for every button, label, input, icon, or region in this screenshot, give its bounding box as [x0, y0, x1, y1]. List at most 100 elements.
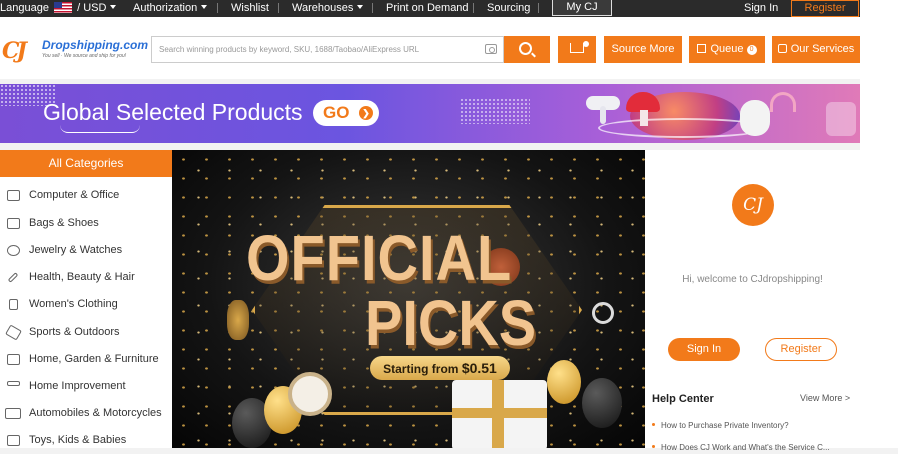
bullet-icon [652, 423, 655, 426]
dress-icon [9, 299, 18, 310]
help-article-link[interactable]: How to Purchase Private Inventory? [652, 421, 852, 430]
arrow-right-icon: ❯ [359, 106, 373, 120]
camera-icon[interactable] [485, 44, 497, 54]
avatar: CJ [732, 184, 774, 226]
register-button[interactable]: Register [765, 338, 837, 361]
sign-in-link[interactable]: Sign In [744, 2, 778, 15]
queue-label: Queue [710, 43, 744, 55]
category-item[interactable]: Jewelry & Watches [0, 237, 172, 264]
page-margin [860, 0, 898, 448]
category-label: Bags & Shoes [29, 217, 99, 229]
register-button[interactable]: Register [791, 0, 859, 17]
our-services-label: Our Services [790, 43, 855, 55]
account-panel: CJ Hi, welcome to CJdropshipping! Sign I… [645, 150, 860, 452]
logo-mark: CJ [2, 38, 27, 64]
black-balloon-image [582, 378, 622, 428]
sign-in-button[interactable]: Sign In [668, 338, 740, 361]
chevron-down-icon [110, 5, 117, 9]
category-item[interactable]: Toys, Kids & Babies [0, 427, 172, 454]
help-article-label: How to Purchase Private Inventory? [661, 421, 789, 430]
search-button[interactable] [504, 36, 550, 63]
headphones-image [770, 92, 796, 112]
category-item[interactable]: Sports & Outdoors [0, 319, 172, 346]
welcome-text: Hi, welcome to CJdropshipping! [682, 274, 823, 285]
warehouses-menu[interactable]: Warehouses [292, 2, 364, 15]
hero-title-line1: OFFICIAL [246, 221, 513, 294]
chevron-down-icon [201, 5, 208, 9]
sourcing-link[interactable]: Sourcing [487, 2, 530, 15]
source-more-button[interactable]: Source More [604, 36, 682, 63]
warehouses-label: Warehouses [292, 2, 354, 14]
help-center-title: Help Center [652, 393, 714, 405]
dots-decoration [460, 98, 530, 124]
toy-icon [7, 435, 20, 446]
home-icon [7, 354, 20, 365]
promo-banner[interactable]: Global Selected Products GO ❯ [0, 84, 860, 143]
search-icon [519, 42, 532, 55]
go-button[interactable]: GO ❯ [313, 100, 379, 126]
category-label: Jewelry & Watches [29, 244, 123, 256]
category-item[interactable]: Women's Clothing [0, 291, 172, 318]
cup-image [826, 102, 856, 136]
bag-icon [7, 218, 20, 229]
category-item[interactable]: Bags & Shoes [0, 210, 172, 237]
category-item[interactable]: Automobiles & Motorcycles [0, 400, 172, 427]
cart-icon [570, 43, 584, 53]
category-label: Women's Clothing [29, 298, 118, 310]
category-label: Toys, Kids & Babies [29, 434, 127, 446]
facial-steamer-image [740, 100, 770, 136]
category-label: Home Improvement [29, 380, 126, 392]
services-icon [777, 44, 787, 53]
view-more-link[interactable]: View More > [800, 393, 850, 403]
search-placeholder: Search winning products by keyword, SKU,… [159, 45, 420, 54]
category-item[interactable]: Home, Garden & Furniture [0, 346, 172, 373]
lamp-image [227, 300, 249, 340]
logo-tagline: You sell · We source and ship for you! [42, 53, 127, 59]
my-cj-button[interactable]: My CJ [552, 0, 612, 16]
currency-label: / USD [77, 2, 107, 14]
monitor-icon [7, 190, 20, 201]
top-navigation-bar: Language / USD Authorization Wishlist Wa… [0, 0, 860, 17]
cj-logo[interactable]: CJ Dropshipping.com You sell · We source… [2, 36, 148, 64]
category-label: Sports & Outdoors [29, 326, 120, 338]
starting-from-label: Starting from [383, 362, 459, 376]
ring-image [592, 302, 614, 324]
gold-balloon-image [547, 360, 581, 404]
category-label: Home, Garden & Furniture [29, 353, 159, 365]
gift-box-image [452, 380, 547, 448]
queue-icon [697, 44, 707, 53]
print-on-demand-link[interactable]: Print on Demand [386, 2, 469, 15]
language-label: Language [0, 2, 49, 14]
swoosh-decoration [60, 125, 140, 133]
category-sidebar: All Categories Computer & Office Bags & … [0, 150, 172, 448]
watch-icon [7, 245, 20, 256]
car-icon [5, 408, 21, 419]
tool-icon [7, 381, 20, 386]
search-input[interactable]: Search winning products by keyword, SKU,… [151, 36, 504, 63]
starting-price-badge: Starting from $0.51 [370, 356, 510, 380]
queue-count-badge: 0 [746, 45, 757, 55]
all-categories-header[interactable]: All Categories [0, 150, 172, 177]
sports-icon [5, 324, 22, 341]
divider [372, 3, 373, 13]
category-item[interactable]: Home Improvement [0, 373, 172, 400]
category-item[interactable]: Computer & Office [0, 182, 172, 209]
us-flag-icon [54, 2, 73, 13]
queue-button[interactable]: Queue 0 [689, 36, 765, 63]
authorization-menu[interactable]: Authorization [133, 2, 208, 15]
starting-price: $0.51 [461, 360, 497, 376]
cart-badge [583, 41, 589, 47]
language-selector[interactable]: Language / USD [0, 2, 117, 15]
wishlist-link[interactable]: Wishlist [231, 2, 269, 15]
go-label: GO [323, 103, 350, 122]
category-label: Health, Beauty & Hair [29, 271, 135, 283]
divider [538, 3, 539, 13]
chevron-down-icon [357, 5, 364, 9]
divider [473, 3, 474, 13]
category-item[interactable]: Health, Beauty & Hair [0, 264, 172, 291]
our-services-button[interactable]: Our Services [772, 36, 860, 63]
watch-image [288, 372, 332, 416]
cart-button[interactable] [558, 36, 596, 63]
divider [217, 3, 218, 13]
hero-carousel[interactable]: OFFICIAL PICKS Starting from $0.51 [172, 150, 645, 448]
